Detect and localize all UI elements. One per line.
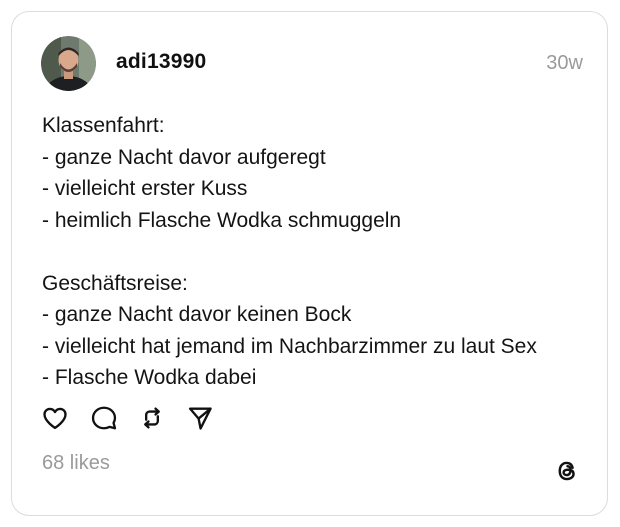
threads-logo-icon — [553, 457, 581, 485]
username-link[interactable]: adi13990 — [116, 50, 206, 74]
likes-count[interactable]: 68 likes — [42, 452, 110, 475]
repost-icon — [144, 407, 160, 429]
share-button[interactable] — [186, 404, 214, 432]
avatar-image — [41, 36, 96, 91]
post-line: - vielleicht erster Kuss — [42, 177, 248, 200]
post-line: - vielleicht hat jemand im Nachbarzimmer… — [42, 334, 537, 358]
speech-bubble-icon — [91, 406, 117, 430]
heart-icon — [43, 407, 67, 430]
post-line: Klassenfahrt: — [42, 114, 165, 137]
post-line: - Flasche Wodka dabei — [42, 366, 257, 389]
repost-button[interactable] — [138, 404, 166, 432]
post-line: - ganze Nacht davor keinen Bock — [42, 303, 352, 326]
post-body: Klassenfahrt: - ganze Nacht davor aufger… — [42, 110, 587, 394]
comment-button[interactable] — [90, 404, 118, 432]
post-line: Geschäftsreise: — [42, 271, 188, 295]
post-line: - heimlich Flasche Wodka schmuggeln — [42, 208, 402, 232]
send-icon — [188, 407, 212, 430]
like-button[interactable] — [41, 404, 69, 432]
post-card: adi13990 30w Klassenfahrt: - ganze Nacht… — [11, 11, 608, 516]
avatar[interactable] — [41, 36, 96, 91]
post-line: - ganze Nacht davor aufgeregt — [42, 145, 326, 169]
post-timestamp: 30w — [546, 52, 583, 74]
